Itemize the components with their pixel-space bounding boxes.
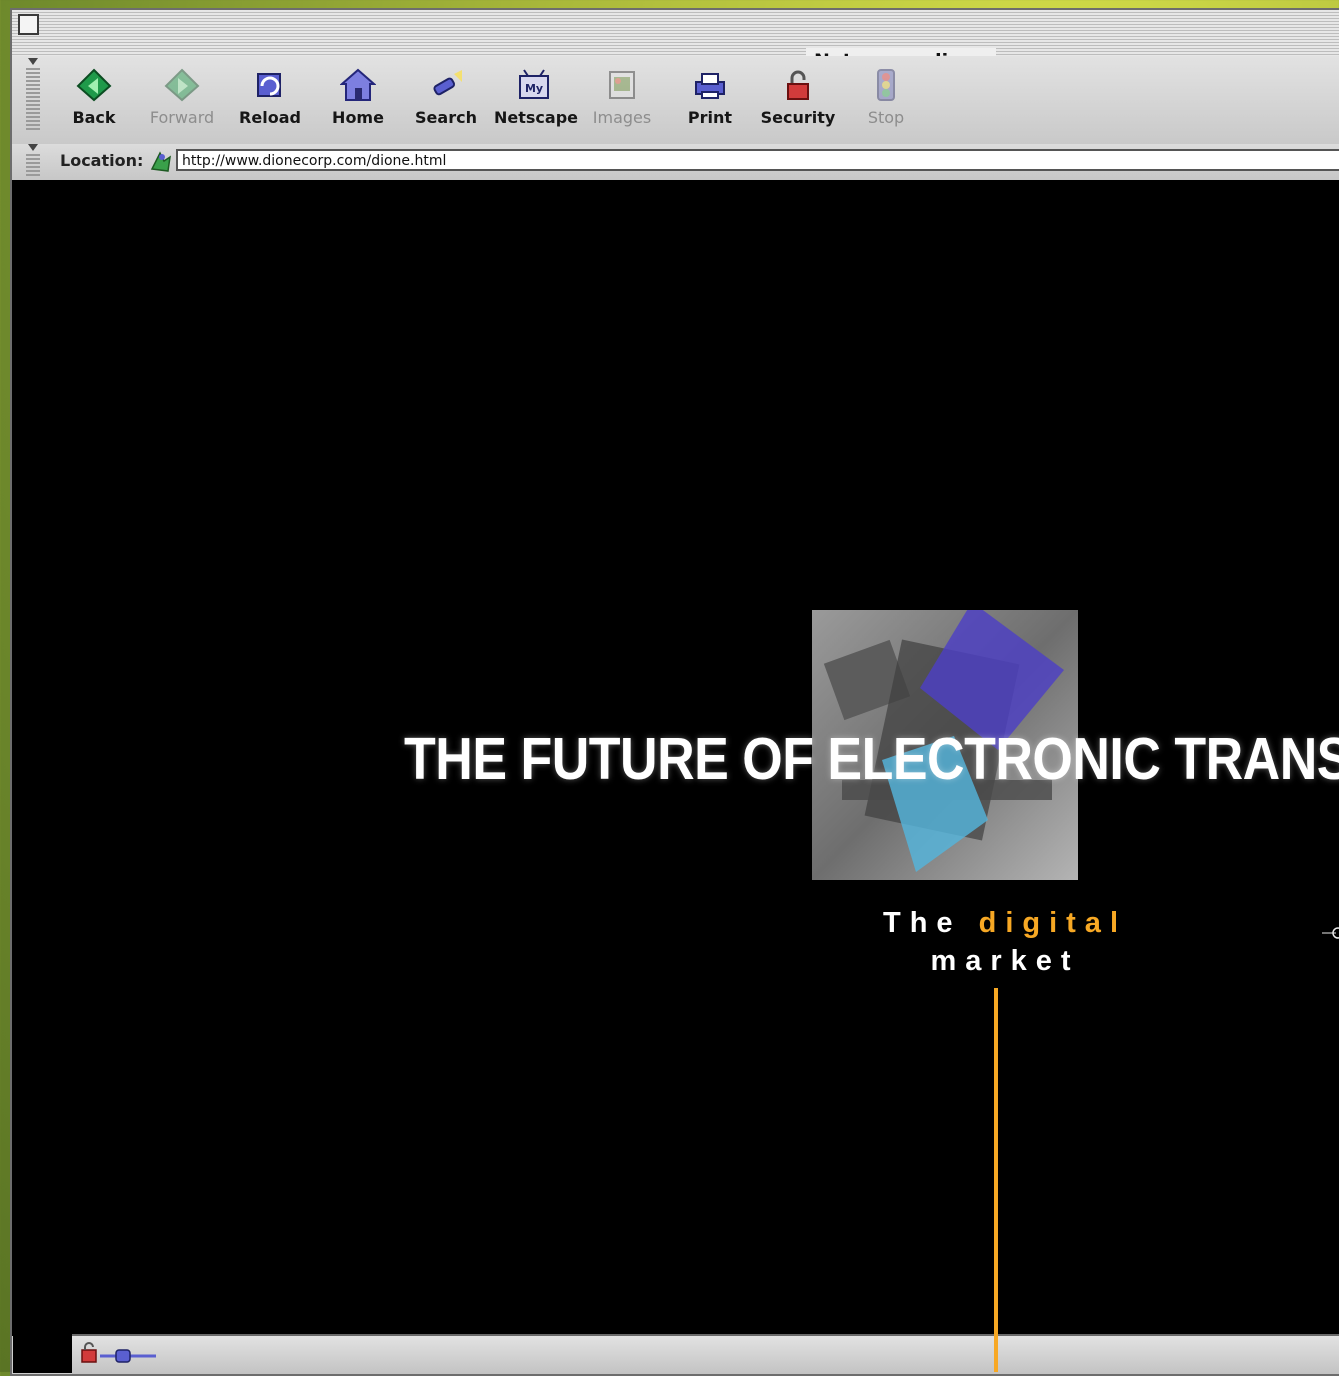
location-bar: Location: http://www.dionecorp.com/dione…: [12, 144, 1339, 182]
security-connection-icon[interactable]: [78, 1342, 164, 1366]
images-button[interactable]: Images: [582, 56, 662, 142]
stop-button[interactable]: Stop: [846, 56, 926, 142]
home-button[interactable]: Home: [318, 56, 398, 142]
forward-label: Forward: [149, 108, 215, 127]
toolbar-grip[interactable]: [26, 68, 40, 130]
location-label: Location:: [60, 151, 144, 170]
collapse-location-arrow-icon[interactable]: [28, 144, 38, 151]
tagline-digital: digital: [978, 907, 1127, 939]
images-label: Images: [592, 108, 652, 127]
page-headline: THE FUTURE OF ELECTRONIC TRANSACTI: [404, 726, 1339, 793]
title-bar[interactable]: Netscape: dione: [12, 10, 1339, 74]
forward-arrow-icon: [164, 68, 200, 102]
collapse-toolbar-arrow-icon[interactable]: [28, 58, 38, 65]
search-label: Search: [415, 108, 477, 127]
browser-window: Netscape: dione Back Forward Reload: [10, 8, 1339, 1376]
print-label: Print: [687, 108, 733, 127]
status-bar: [72, 1334, 1339, 1374]
close-box[interactable]: [18, 14, 39, 35]
search-button[interactable]: Search: [406, 56, 486, 142]
print-button[interactable]: Print: [670, 56, 750, 142]
my-netscape-icon-text: My: [525, 82, 543, 95]
padlock-icon: [780, 68, 816, 102]
page-content: THE FUTURE OF ELECTRONIC TRANSACTI The d…: [12, 180, 1339, 1336]
home-label: Home: [332, 108, 384, 127]
security-button[interactable]: Security: [758, 56, 838, 142]
netscape-button[interactable]: My Netscape: [494, 56, 578, 142]
location-grip[interactable]: [26, 154, 40, 176]
navigation-toolbar: Back Forward Reload Home Search My Netsc…: [12, 56, 1339, 145]
forward-button[interactable]: Forward: [142, 56, 222, 142]
search-flashlight-icon: [428, 68, 464, 102]
back-label: Back: [72, 108, 116, 127]
url-field[interactable]: http://www.dionecorp.com/dione.html: [176, 149, 1339, 171]
netscape-label: Netscape: [494, 108, 578, 127]
reload-label: Reload: [239, 108, 301, 127]
reload-button[interactable]: Reload: [230, 56, 310, 142]
stop-traffic-light-icon: [868, 68, 904, 102]
home-icon: [339, 68, 377, 102]
accent-vertical-line: [994, 988, 998, 1372]
page-proxy-icon[interactable]: [150, 149, 172, 173]
security-label: Security: [760, 108, 836, 127]
back-button[interactable]: Back: [54, 56, 134, 142]
tagline-market: market: [930, 945, 1080, 977]
tagline-the: The: [882, 907, 962, 939]
back-arrow-icon: [76, 68, 112, 102]
crosshair-marker-icon: [1322, 926, 1339, 940]
reload-icon: [252, 68, 288, 102]
printer-icon: [692, 68, 728, 102]
stop-label: Stop: [867, 108, 905, 127]
my-netscape-icon: My: [516, 68, 552, 102]
tagline: The digital market: [855, 904, 1155, 980]
images-icon: [604, 68, 640, 102]
